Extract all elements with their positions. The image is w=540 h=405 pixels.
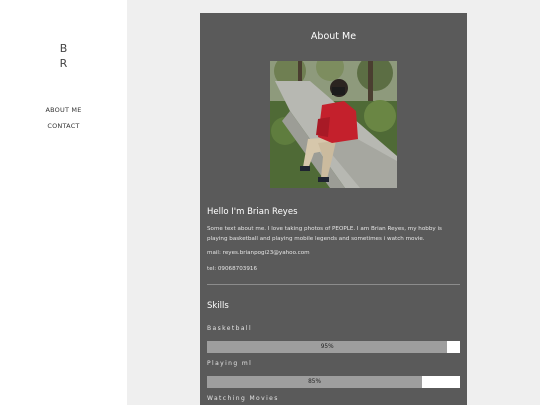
skill-name-playing-ml: Playing ml (207, 360, 253, 367)
skill-bar-playing-ml: 85% (207, 376, 460, 388)
logo-letter-b[interactable]: B (0, 41, 127, 56)
greeting-heading: Hello I'm Brian Reyes (207, 207, 298, 217)
skill-name-basketball: Basketball (207, 325, 253, 332)
nav-link-about-me[interactable]: ABOUT ME (0, 106, 127, 114)
logo-letter-r[interactable]: R (0, 56, 127, 71)
sidebar: B R ABOUT ME CONTACT (0, 0, 127, 405)
skill-fill-basketball: 95% (207, 341, 448, 353)
nav-link-contact[interactable]: CONTACT (0, 122, 127, 130)
card-title: About Me (310, 31, 357, 42)
skill-fill-playing-ml: 85% (207, 376, 423, 388)
mail-text: mail: reyes.brianpogi23@yahoo.com (207, 250, 310, 256)
about-paragraph: Some text about me. I love taking photos… (207, 226, 442, 242)
skills-heading: Skills (207, 301, 229, 311)
skill-name-watching-movies: Watching Movies (207, 395, 279, 402)
profile-photo (270, 61, 397, 188)
skill-bar-basketball: 95% (207, 341, 460, 353)
divider (207, 284, 460, 285)
tel-text: tel: 09068703916 (207, 266, 257, 272)
about-card: About Me Hello I'm Brian Reyes Some text… (200, 13, 467, 405)
